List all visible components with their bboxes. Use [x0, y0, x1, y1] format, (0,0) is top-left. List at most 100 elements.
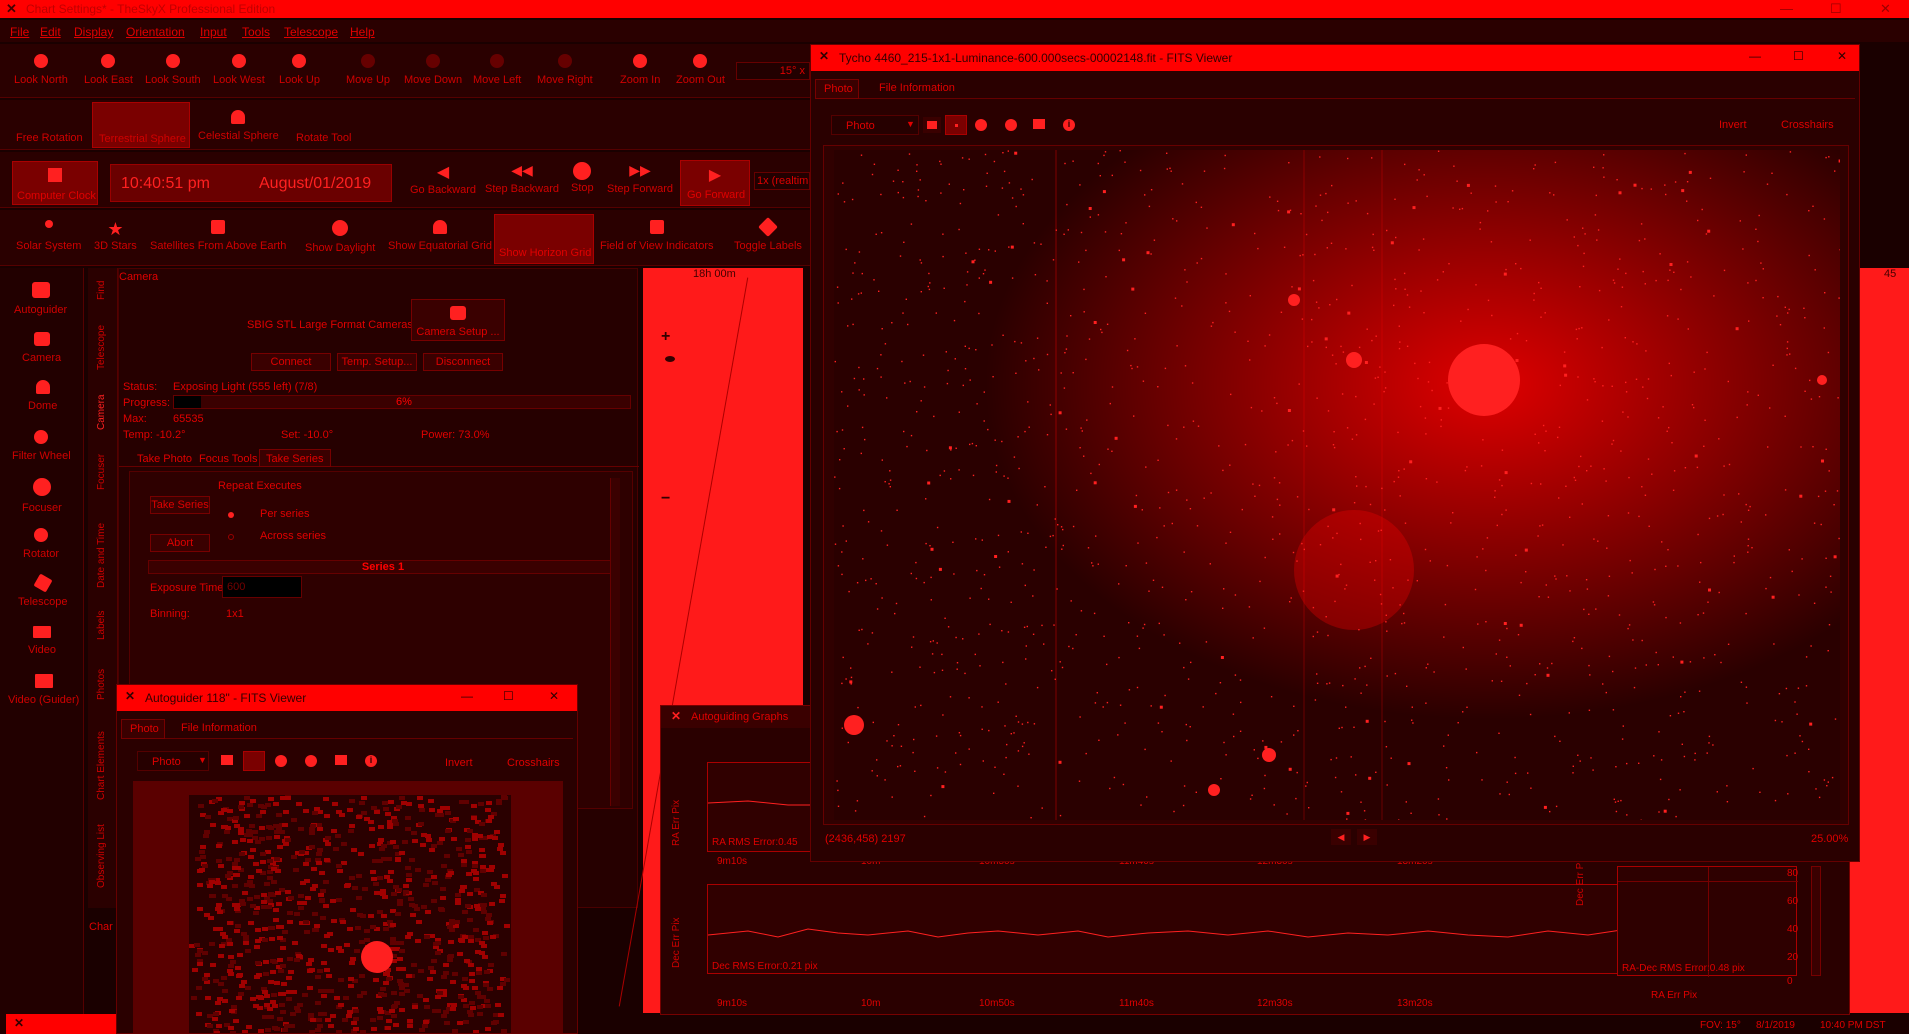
- free-rotation-button[interactable]: Free Rotation: [16, 132, 83, 144]
- show-horizon-grid-button[interactable]: Show Horizon Grid: [494, 214, 594, 264]
- menu-help[interactable]: Help: [350, 25, 375, 39]
- menu-display[interactable]: Display: [74, 25, 113, 39]
- go-backward-button[interactable]: ◀ Go Backward: [410, 162, 476, 196]
- autoguider-image-area[interactable]: [133, 781, 563, 1033]
- save-image-button[interactable]: [923, 117, 941, 133]
- tab-observing-list[interactable]: Observing List: [96, 824, 107, 888]
- connect-button[interactable]: Connect: [251, 353, 331, 371]
- autoguider-tab-photo[interactable]: Photo: [121, 719, 165, 739]
- look-east-button[interactable]: Look East: [84, 54, 133, 86]
- maximize-icon[interactable]: ☐: [1830, 1, 1842, 17]
- autoguider-zoom-icon[interactable]: [275, 755, 287, 767]
- main-fits-tab-photo[interactable]: Photo: [815, 79, 859, 99]
- move-left-button[interactable]: Move Left: [473, 54, 521, 86]
- menu-orientation[interactable]: Orientation: [126, 25, 185, 39]
- tab-telescope[interactable]: Telescope: [96, 325, 107, 370]
- tab-chart-elements[interactable]: Chart Elements: [96, 731, 107, 800]
- abort-button[interactable]: Abort: [150, 534, 210, 552]
- autoguider-pointer-button[interactable]: [243, 751, 265, 771]
- stop-button[interactable]: Stop: [571, 162, 594, 194]
- menu-telescope[interactable]: Telescope: [284, 25, 338, 39]
- computer-clock-button[interactable]: Computer Clock: [12, 161, 98, 205]
- chart-zoom-in-icon[interactable]: +: [661, 328, 675, 345]
- tab-date-and-time[interactable]: Date and Time: [96, 523, 107, 588]
- autoguider-info-icon[interactable]: i: [365, 755, 377, 767]
- zoom-out-button[interactable]: Zoom Out: [676, 54, 725, 86]
- fov-input[interactable]: 15° x: [736, 62, 810, 80]
- celestial-sphere-button[interactable]: Celestial Sphere: [198, 110, 279, 142]
- sidebar-item-video-guider[interactable]: Video (Guider): [8, 674, 79, 706]
- step-backward-button[interactable]: ◀◀ Step Backward: [485, 162, 559, 195]
- autoguider-crosshairs-checkbox[interactable]: Crosshairs: [507, 757, 560, 769]
- autoguider-maximize-icon[interactable]: ☐: [503, 689, 514, 703]
- tab-focuser[interactable]: Focuser: [96, 454, 107, 490]
- look-north-button[interactable]: Look North: [14, 54, 68, 86]
- take-series-button[interactable]: Take Series: [150, 496, 210, 514]
- exposure-input[interactable]: 600: [222, 576, 302, 598]
- menu-tools[interactable]: Tools: [242, 25, 270, 39]
- look-up-button[interactable]: Look Up: [279, 54, 320, 86]
- sidebar-item-focuser[interactable]: Focuser: [22, 478, 62, 514]
- chart-slider-thumb[interactable]: [665, 356, 675, 362]
- move-up-button[interactable]: Move Up: [346, 54, 390, 86]
- fov-indicators-button[interactable]: Field of View Indicators: [600, 220, 714, 252]
- tab-labels[interactable]: Labels: [96, 611, 107, 640]
- pointer-tool-button[interactable]: [945, 115, 967, 135]
- autoguider-pan-icon[interactable]: [305, 755, 317, 767]
- info-icon[interactable]: i: [1063, 119, 1075, 131]
- close-icon[interactable]: ✕: [1880, 1, 1891, 17]
- time-display[interactable]: 10:40:51 pm August/01/2019: [110, 164, 392, 202]
- move-right-button[interactable]: Move Right: [537, 54, 593, 86]
- crosshairs-checkbox[interactable]: Crosshairs: [1781, 119, 1834, 131]
- temp-setup-button[interactable]: Temp. Setup...: [337, 353, 417, 371]
- solar-system-button[interactable]: Solar System: [16, 220, 81, 252]
- minimized-window-bar[interactable]: ✕: [6, 1014, 116, 1034]
- tab-photos[interactable]: Photos: [96, 669, 107, 700]
- tab-take-photo[interactable]: Take Photo: [137, 453, 192, 465]
- sidebar-item-video[interactable]: Video: [28, 626, 56, 656]
- show-equatorial-grid-button[interactable]: Show Equatorial Grid: [388, 220, 492, 252]
- autoguider-image-icon[interactable]: [221, 755, 233, 765]
- tab-focus-tools[interactable]: Focus Tools: [199, 453, 258, 465]
- sidebar-item-telescope[interactable]: Telescope: [18, 573, 68, 608]
- satellites-button[interactable]: Satellites From Above Earth: [150, 220, 286, 252]
- terrestrial-sphere-button[interactable]: Terrestrial Sphere: [92, 102, 190, 148]
- move-down-button[interactable]: Move Down: [404, 54, 462, 86]
- disconnect-button[interactable]: Disconnect: [423, 353, 503, 371]
- menu-edit[interactable]: Edit: [40, 25, 61, 39]
- across-series-radio[interactable]: [228, 534, 234, 540]
- chart-zoom-out-icon[interactable]: −: [661, 490, 675, 507]
- sidebar-item-rotator[interactable]: Rotator: [23, 528, 59, 560]
- series-scrollbar[interactable]: [610, 478, 620, 806]
- main-fits-image-area[interactable]: [823, 145, 1849, 825]
- per-series-radio[interactable]: [228, 512, 234, 518]
- autoguider-minimize-icon[interactable]: —: [461, 689, 473, 703]
- rotate-tool-button[interactable]: Rotate Tool: [296, 132, 351, 144]
- screen-tool-icon[interactable]: [1033, 119, 1045, 129]
- invert-checkbox[interactable]: Invert: [1719, 119, 1747, 131]
- tab-find[interactable]: Find: [96, 281, 107, 300]
- sidebar-item-filter-wheel[interactable]: Filter Wheel: [12, 430, 71, 462]
- autoguider-invert-checkbox[interactable]: Invert: [445, 757, 473, 769]
- show-daylight-button[interactable]: Show Daylight: [305, 220, 375, 254]
- main-fits-view-select[interactable]: Photo ▼: [831, 115, 919, 135]
- main-fits-minimize-icon[interactable]: —: [1749, 49, 1761, 63]
- main-fits-maximize-icon[interactable]: ☐: [1793, 49, 1804, 63]
- main-fits-close-icon[interactable]: ✕: [1837, 49, 1847, 63]
- step-forward-button[interactable]: ▶▶ Step Forward: [607, 162, 673, 195]
- prev-image-button[interactable]: ◀: [1331, 829, 1351, 845]
- pan-tool-icon[interactable]: [1005, 119, 1017, 131]
- autoguider-screen-icon[interactable]: [335, 755, 347, 765]
- autoguider-view-select[interactable]: Photo ▼: [137, 751, 209, 771]
- look-south-button[interactable]: Look South: [145, 54, 201, 86]
- 3d-stars-button[interactable]: ★ 3D Stars: [94, 220, 137, 252]
- zoom-in-button[interactable]: Zoom In: [620, 54, 660, 86]
- look-west-button[interactable]: Look West: [213, 54, 265, 86]
- main-fits-tab-file-information[interactable]: File Information: [879, 82, 955, 94]
- camera-setup-button[interactable]: Camera Setup ...: [411, 299, 505, 341]
- sidebar-item-dome[interactable]: Dome: [28, 380, 57, 412]
- autoguider-close-icon[interactable]: ✕: [549, 689, 559, 703]
- tab-camera[interactable]: Camera: [96, 394, 107, 430]
- go-forward-button[interactable]: ▶ Go Forward: [680, 160, 750, 206]
- zoom-tool-icon[interactable]: [975, 119, 987, 131]
